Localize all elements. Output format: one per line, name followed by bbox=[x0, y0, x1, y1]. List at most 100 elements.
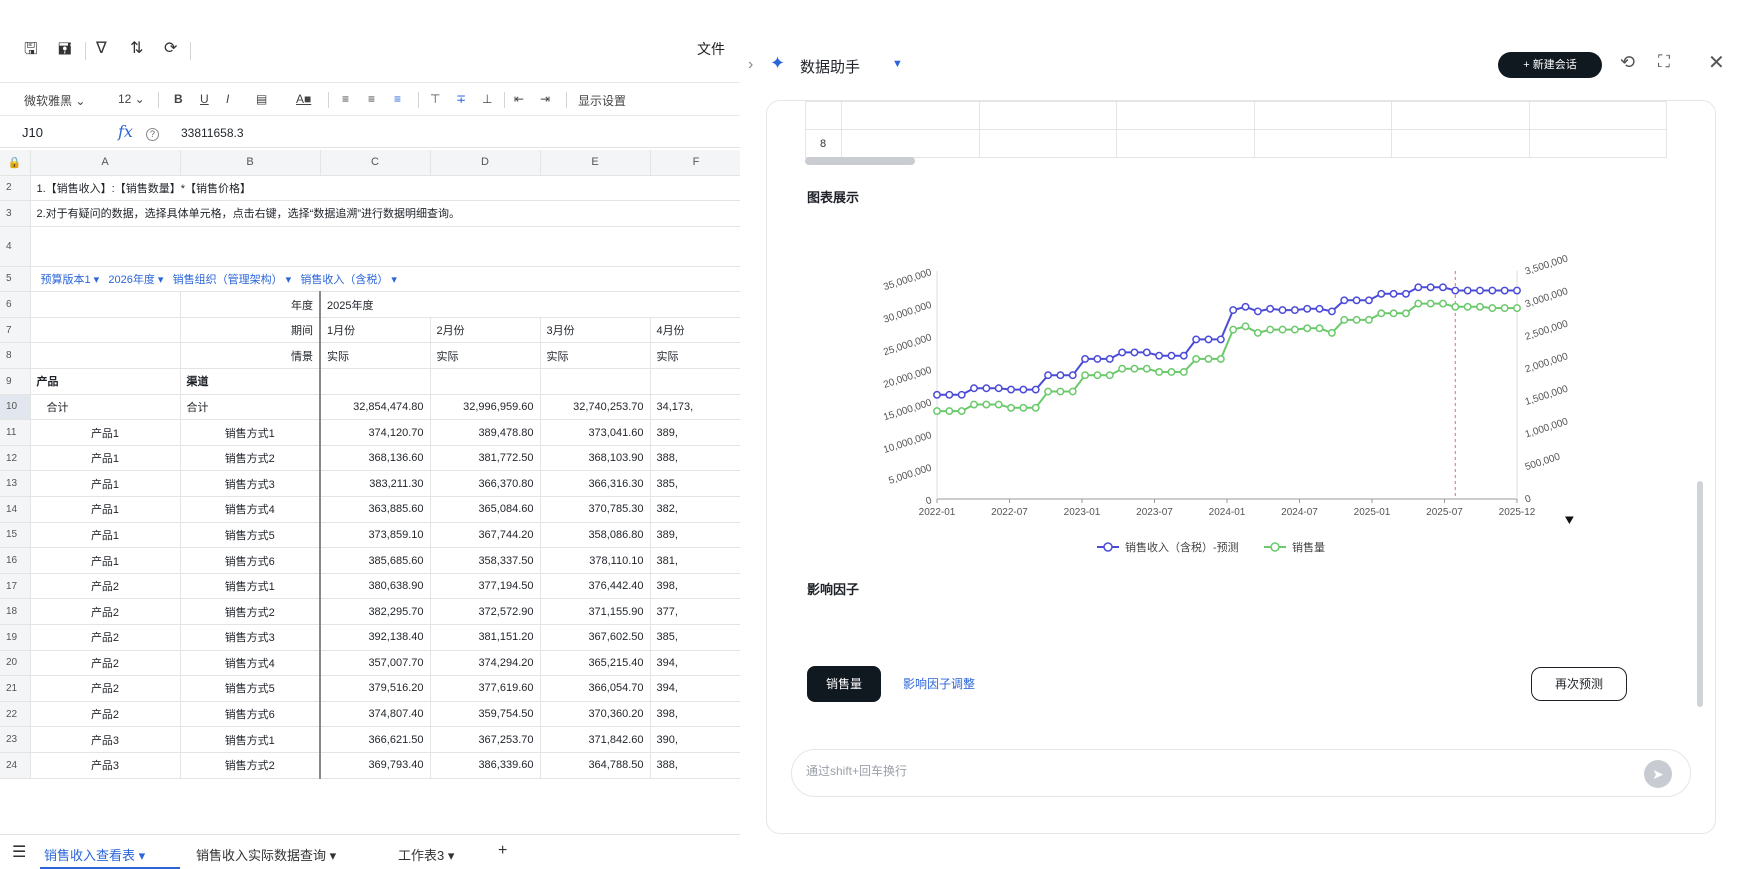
total-value[interactable]: 32,854,474.80 bbox=[320, 393, 431, 421]
value-cell[interactable]: 371,155.90 bbox=[540, 598, 651, 625]
channel-cell[interactable]: 销售方式5 bbox=[180, 675, 321, 702]
channel-cell[interactable]: 销售方式1 bbox=[180, 726, 321, 753]
row-number[interactable]: 21 bbox=[0, 675, 31, 702]
channel-cell[interactable]: 销售方式1 bbox=[180, 419, 321, 446]
row-number[interactable]: 15 bbox=[0, 522, 31, 549]
value-cell[interactable]: 368,136.60 bbox=[320, 445, 431, 472]
product-cell[interactable]: 产品1 bbox=[30, 547, 181, 574]
header-label[interactable]: 情景 bbox=[180, 342, 321, 370]
collapse-chevron-icon[interactable]: › bbox=[748, 56, 753, 74]
month-header[interactable]: 2月份 bbox=[430, 317, 541, 344]
value-cell[interactable]: 386,339.60 bbox=[430, 752, 541, 779]
row-number[interactable]: 8 bbox=[0, 342, 31, 370]
row-number[interactable]: 19 bbox=[0, 624, 31, 651]
header-label[interactable]: 期间 bbox=[180, 317, 321, 344]
row-number[interactable]: 7 bbox=[0, 317, 31, 344]
value-cell[interactable]: 366,054.70 bbox=[540, 675, 651, 702]
value-cell[interactable]: 389, bbox=[650, 419, 740, 446]
value-cell[interactable]: 385, bbox=[650, 470, 740, 498]
sort-icon[interactable]: ⇅ bbox=[130, 38, 143, 58]
note-cell[interactable]: 2.对于有疑问的数据，选择具体单元格，点击右键，选择“数据追溯”进行数据明细查询… bbox=[30, 200, 740, 227]
value-cell[interactable]: 379,516.20 bbox=[320, 675, 431, 702]
row-number[interactable]: 24 bbox=[0, 752, 31, 779]
fill-color-icon[interactable]: ▤ bbox=[256, 92, 267, 106]
channel-cell[interactable]: 销售方式3 bbox=[180, 470, 321, 498]
factor-chip-sales-volume[interactable]: 销售量 bbox=[807, 666, 881, 702]
value-cell[interactable]: 366,316.30 bbox=[540, 470, 651, 498]
value-cell[interactable]: 385, bbox=[650, 624, 740, 651]
tab-sheet3[interactable]: 工作表3 ▾ bbox=[398, 845, 454, 864]
row-number[interactable]: 13 bbox=[0, 470, 31, 498]
value-cell[interactable]: 383,211.30 bbox=[320, 470, 431, 498]
align-right-icon[interactable]: ≡ bbox=[394, 92, 401, 106]
total-product[interactable]: 合计 bbox=[30, 393, 181, 421]
value-cell[interactable]: 394, bbox=[650, 675, 740, 702]
value-cell[interactable]: 388, bbox=[650, 445, 740, 472]
product-cell[interactable]: 产品1 bbox=[30, 496, 181, 523]
product-cell[interactable]: 产品3 bbox=[30, 752, 181, 779]
row-number[interactable]: 4 bbox=[0, 226, 31, 267]
value-cell[interactable]: 378,110.10 bbox=[540, 547, 651, 574]
value-cell[interactable]: 377,194.50 bbox=[430, 573, 541, 600]
font-color-icon[interactable]: A■ bbox=[296, 92, 311, 106]
channel-cell[interactable]: 销售方式2 bbox=[180, 752, 321, 779]
value-cell[interactable]: 373,041.60 bbox=[540, 419, 651, 446]
product-header[interactable]: 产品 bbox=[30, 368, 181, 395]
empty-cell[interactable] bbox=[30, 226, 740, 267]
value-cell[interactable]: 367,744.20 bbox=[430, 522, 541, 549]
month-header[interactable]: 4月份 bbox=[650, 317, 740, 344]
month-header[interactable]: 3月份 bbox=[540, 317, 651, 344]
value-cell[interactable]: 365,084.60 bbox=[430, 496, 541, 523]
history-icon[interactable]: ⟲ bbox=[1620, 52, 1635, 73]
product-cell[interactable]: 产品2 bbox=[30, 650, 181, 677]
underline-button[interactable]: U bbox=[200, 92, 209, 106]
preview-table-scrollbar[interactable] bbox=[805, 157, 915, 165]
select-all-corner[interactable]: 🔒 bbox=[0, 150, 31, 176]
value-cell[interactable]: 358,086.80 bbox=[540, 522, 651, 549]
value-cell[interactable]: 359,754.50 bbox=[430, 701, 541, 728]
value-cell[interactable]: 398, bbox=[650, 701, 740, 728]
channel-cell[interactable]: 销售方式1 bbox=[180, 573, 321, 600]
fullscreen-icon[interactable]: ⛶ bbox=[1658, 52, 1670, 72]
note-cell[interactable]: 1.【销售收入】:【销售数量】*【销售价格】 bbox=[30, 175, 740, 202]
tab-sales-revenue-view[interactable]: 销售收入查看表 ▾ bbox=[44, 845, 145, 864]
product-cell[interactable]: 产品2 bbox=[30, 598, 181, 625]
value-cell[interactable]: 380,638.90 bbox=[320, 573, 431, 600]
value-cell[interactable]: 381, bbox=[650, 547, 740, 574]
font-size-select[interactable]: 12 ⌄ bbox=[118, 92, 145, 106]
value-cell[interactable]: 366,370.80 bbox=[430, 470, 541, 498]
filter-org[interactable]: 销售组织（管理架构） ▾ bbox=[173, 274, 292, 286]
assistant-title[interactable]: 数据助手 bbox=[800, 56, 860, 77]
value-cell[interactable]: 374,120.70 bbox=[320, 419, 431, 446]
product-cell[interactable]: 产品2 bbox=[30, 573, 181, 600]
scenario-cell[interactable]: 实际 bbox=[430, 342, 541, 370]
value-cell[interactable]: 392,138.40 bbox=[320, 624, 431, 651]
row-number[interactable]: 10 bbox=[0, 393, 31, 421]
column-header[interactable]: C bbox=[320, 150, 431, 176]
scenario-cell[interactable]: 实际 bbox=[320, 342, 431, 370]
value-cell[interactable]: 371,842.60 bbox=[540, 726, 651, 753]
align-center-icon[interactable]: ≡ bbox=[368, 92, 375, 106]
scenario-cell[interactable]: 实际 bbox=[540, 342, 651, 370]
value-cell[interactable]: 363,885.60 bbox=[320, 496, 431, 523]
valign-bottom-icon[interactable]: ⊥ bbox=[482, 92, 492, 106]
value-cell[interactable]: 370,360.20 bbox=[540, 701, 651, 728]
channel-cell[interactable]: 销售方式4 bbox=[180, 496, 321, 523]
row-number[interactable]: 3 bbox=[0, 200, 31, 227]
filter-icon[interactable]: ∇ bbox=[96, 38, 107, 58]
value-cell[interactable]: 369,793.40 bbox=[320, 752, 431, 779]
formula-input[interactable]: 33811658.3 bbox=[181, 126, 244, 140]
column-header[interactable]: A bbox=[30, 150, 181, 176]
display-settings-button[interactable]: 显示设置 bbox=[578, 92, 626, 109]
channel-cell[interactable]: 销售方式5 bbox=[180, 522, 321, 549]
channel-cell[interactable]: 销售方式6 bbox=[180, 547, 321, 574]
value-cell[interactable]: 377, bbox=[650, 598, 740, 625]
channel-cell[interactable]: 销售方式3 bbox=[180, 624, 321, 651]
value-cell[interactable]: 377,619.60 bbox=[430, 675, 541, 702]
value-cell[interactable]: 374,807.40 bbox=[320, 701, 431, 728]
column-header[interactable]: F bbox=[650, 150, 740, 176]
channel-cell[interactable]: 销售方式6 bbox=[180, 701, 321, 728]
month-header[interactable]: 1月份 bbox=[320, 317, 431, 344]
scenario-cell[interactable]: 实际 bbox=[650, 342, 740, 370]
send-icon[interactable]: ➤ bbox=[1644, 760, 1672, 788]
